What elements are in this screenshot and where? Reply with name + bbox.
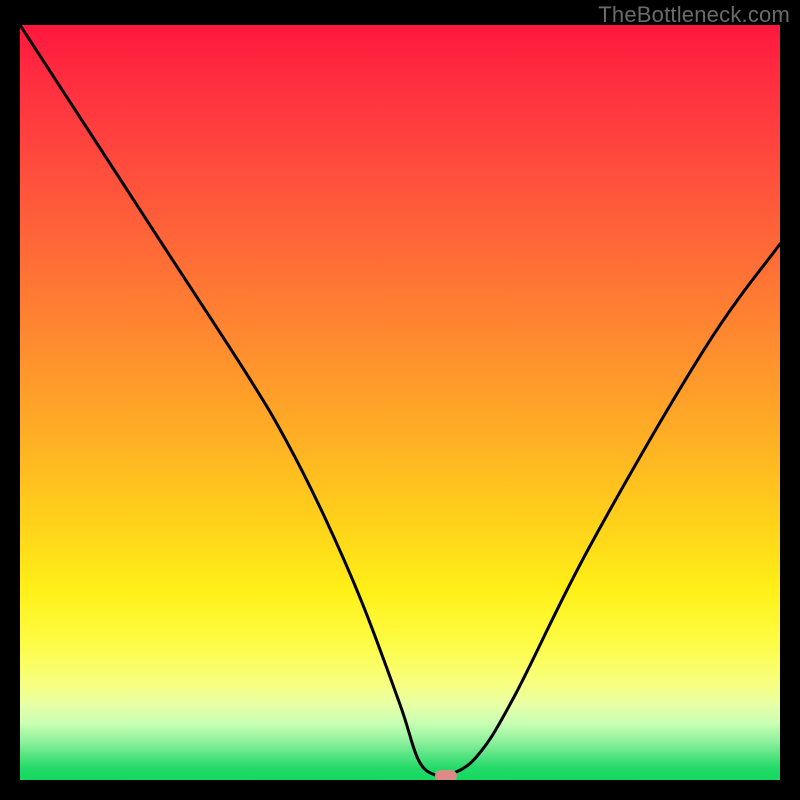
bottleneck-curve [20, 25, 780, 780]
curve-path [20, 25, 780, 778]
watermark-label: TheBottleneck.com [598, 2, 790, 28]
chart-frame: TheBottleneck.com [0, 0, 800, 800]
marker-icon [435, 770, 457, 780]
plot-area [20, 25, 780, 780]
